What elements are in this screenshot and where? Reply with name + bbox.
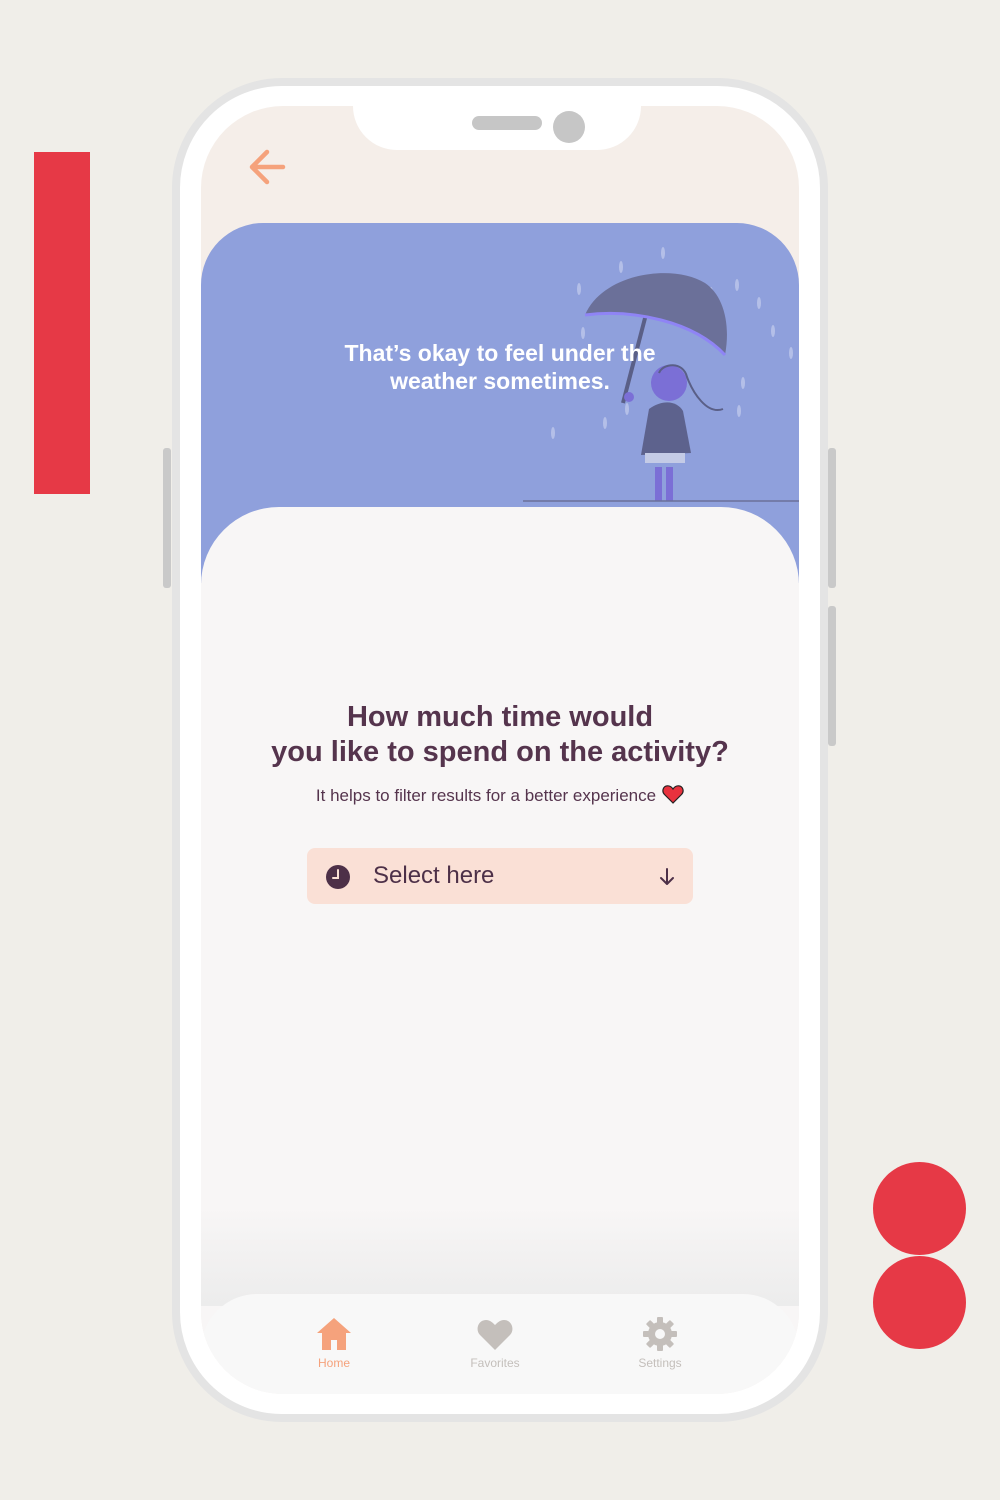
tab-settings-label: Settings — [638, 1356, 682, 1370]
decorative-red-dot — [873, 1162, 966, 1255]
decorative-red-bar — [34, 152, 90, 494]
time-select-dropdown[interactable]: Select here — [307, 848, 693, 904]
heart-icon — [662, 785, 684, 804]
phone-notch — [353, 106, 641, 150]
arrow-down-icon — [660, 868, 674, 885]
tab-favorites-label: Favorites — [470, 1356, 520, 1370]
phone-side-button — [828, 606, 836, 746]
tab-settings[interactable]: Settings — [600, 1314, 720, 1370]
bottom-tab-bar: Home Favorites Settings — [201, 1294, 799, 1394]
tab-home-label: Home — [317, 1356, 350, 1370]
clock-icon — [326, 865, 350, 889]
bottom-fade — [201, 1206, 799, 1306]
question-subtitle: It helps to filter results for a better … — [201, 784, 799, 807]
heart-icon — [477, 1320, 513, 1350]
app-screen: That’s okay to feel under the weather so… — [201, 106, 799, 1394]
back-button[interactable] — [245, 144, 291, 190]
gear-icon — [643, 1317, 677, 1351]
select-label: Select here — [373, 862, 495, 889]
tab-favorites[interactable]: Favorites — [435, 1314, 555, 1370]
arrow-left-icon — [249, 149, 286, 185]
phone-side-button — [163, 448, 171, 588]
home-icon — [317, 1318, 351, 1350]
front-camera — [553, 111, 585, 143]
subtitle-text: It helps to filter results for a better … — [315, 786, 657, 805]
question-title: How much time would you like to spend on… — [271, 701, 729, 768]
phone-side-button — [828, 448, 836, 588]
tab-home[interactable]: Home — [274, 1314, 394, 1370]
decorative-red-dot — [873, 1256, 966, 1349]
hero-message: That’s okay to feel under the weather so… — [344, 340, 656, 394]
speaker-grille — [472, 116, 542, 130]
